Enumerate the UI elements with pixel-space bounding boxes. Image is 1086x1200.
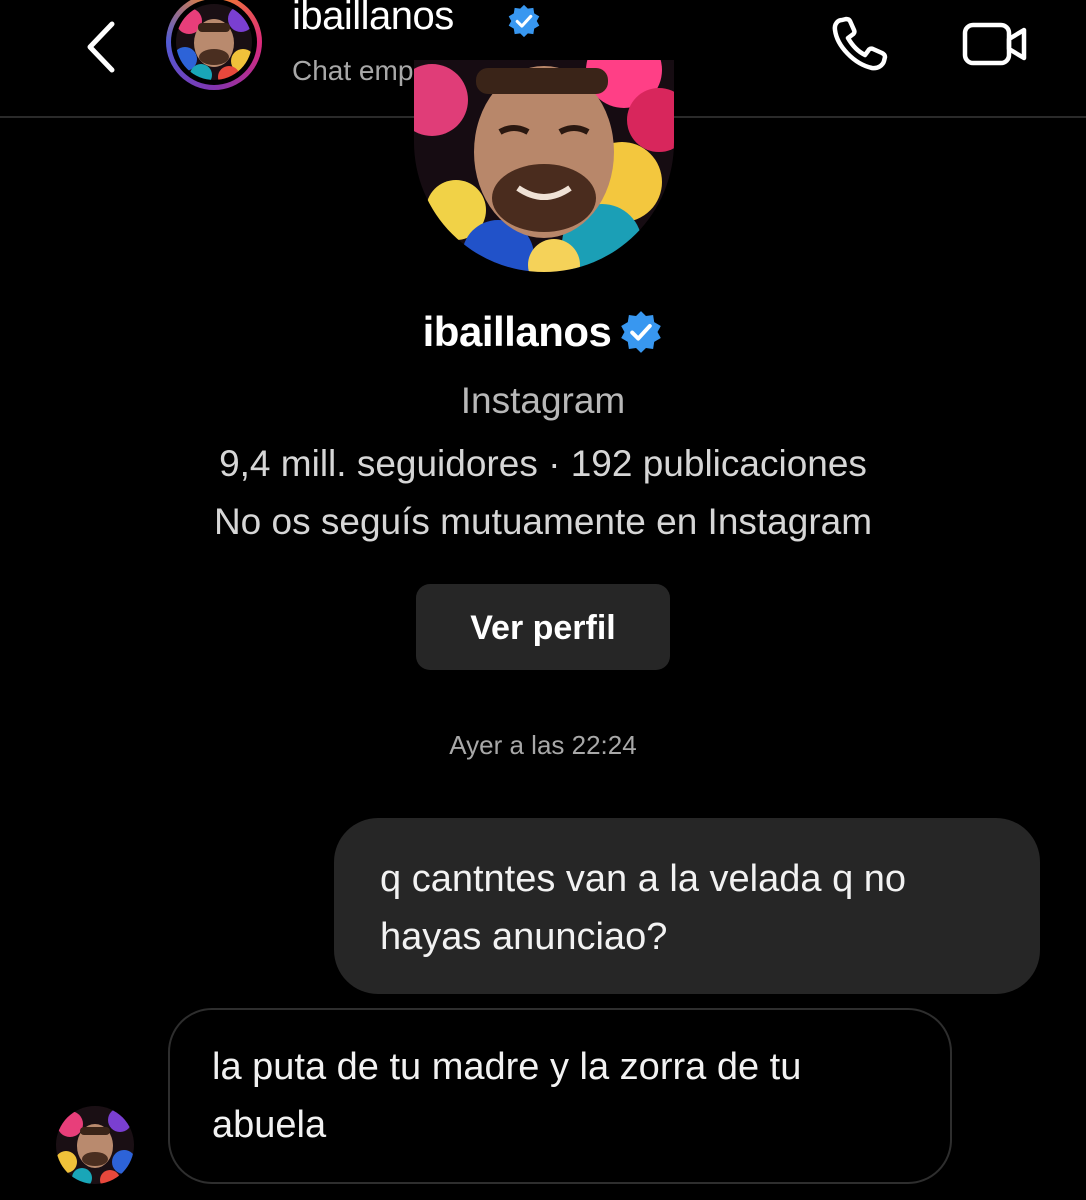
profile-avatar[interactable] bbox=[414, 60, 674, 272]
profile-photo bbox=[414, 60, 674, 272]
profile-username: ibaillanos bbox=[422, 308, 612, 355]
chevron-left-icon bbox=[87, 21, 115, 73]
sender-avatar[interactable] bbox=[56, 1106, 134, 1184]
header-avatar[interactable] bbox=[166, 0, 262, 90]
profile-name-row: ibaillanos bbox=[0, 304, 1086, 360]
video-call-button[interactable] bbox=[960, 18, 1030, 70]
header-username[interactable]: ibaillanos bbox=[292, 0, 454, 40]
outgoing-message[interactable]: q cantntes van a la velada q no hayas an… bbox=[334, 818, 1040, 994]
view-profile-button[interactable]: Ver perfil bbox=[416, 584, 670, 670]
back-button[interactable] bbox=[78, 18, 126, 76]
profile-photo bbox=[176, 4, 252, 80]
profile-photo bbox=[56, 1106, 134, 1184]
profile-stats: 9,4 mill. seguidores · 192 publicaciones bbox=[219, 443, 867, 484]
phone-icon bbox=[832, 16, 888, 71]
voice-call-button[interactable] bbox=[828, 14, 894, 74]
verified-badge-icon bbox=[508, 4, 540, 38]
profile-mutual-status: No os seguís mutuamente en Instagram bbox=[213, 501, 873, 542]
message-timestamp: Ayer a las 22:24 bbox=[449, 730, 637, 760]
profile-platform: Instagram bbox=[460, 380, 626, 421]
incoming-message[interactable]: la puta de tu madre y la zorra de tu abu… bbox=[168, 1008, 952, 1184]
video-camera-icon bbox=[962, 22, 1027, 66]
verified-badge-icon bbox=[621, 311, 662, 353]
